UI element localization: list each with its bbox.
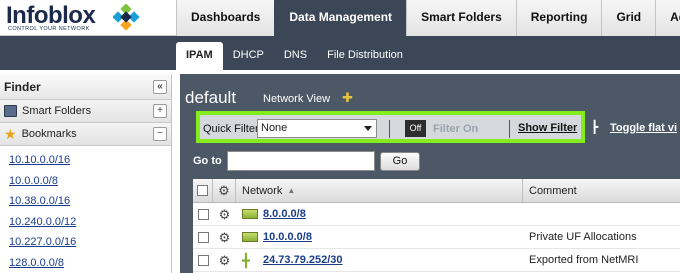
network-icon [242, 232, 258, 242]
top-header: Infoblox CONTROL YOUR NETWORK Dashboards… [0, 0, 680, 36]
add-bookmark-icon[interactable]: ✚ [342, 90, 353, 106]
subtab-file-distribution[interactable]: File Distribution [317, 42, 413, 70]
infoblox-logo[interactable]: Infoblox CONTROL YOUR NETWORK [6, 2, 176, 34]
goto-input[interactable] [227, 151, 375, 171]
bookmark-link[interactable]: 128.0.0.0/8 [9, 253, 171, 273]
network-header-label: Network [242, 184, 283, 197]
tab-administration[interactable]: Ad [655, 0, 680, 36]
bookmarks-section[interactable]: ★ Bookmarks − [0, 123, 171, 146]
star-icon: ★ [4, 126, 17, 142]
bookmark-link[interactable]: 10.38.0.0/16 [9, 191, 171, 212]
ipam-panel: default Network View ✚ Quick Filter None… [180, 74, 680, 273]
tab-grid[interactable]: Grid [601, 0, 656, 36]
page-title: default [185, 88, 237, 107]
filter-toggle[interactable]: Off [405, 120, 426, 137]
bookmark-link[interactable]: 10.10.0.0/16 [9, 150, 171, 171]
collapse-icon[interactable]: « [153, 79, 167, 94]
table-row[interactable]: ⚙ ╋ 24.73.79.252/30 Exported from NetMRI [193, 249, 680, 272]
comment-cell [523, 203, 680, 225]
table-row[interactable]: ⚙ 8.0.0.0/8 [193, 203, 680, 226]
quick-filter-select[interactable]: None [257, 119, 377, 138]
collapse-section-icon[interactable]: − [153, 127, 167, 141]
finder-title: Finder [4, 79, 41, 94]
smart-folders-label: Smart Folders [22, 105, 92, 117]
network-link[interactable]: 24.73.79.252/30 [263, 254, 343, 266]
comment-cell: Private UF Allocations [529, 231, 637, 243]
goto-label: Go to [193, 155, 222, 167]
grid-header: ⚙ Network ▲ Comment [193, 179, 680, 203]
finder-header: Finder « [0, 74, 171, 100]
bookmarks-label: Bookmarks [21, 128, 77, 140]
network-grid: ⚙ Network ▲ Comment ⚙ 8.0.0.0/8 ⚙ 10.0.0… [193, 179, 680, 273]
tab-reporting[interactable]: Reporting [515, 0, 602, 36]
sub-nav: IPAM DHCP DNS File Distribution [0, 36, 680, 70]
network-icon [242, 209, 258, 219]
smart-folder-icon [4, 105, 17, 117]
gear-icon[interactable]: ⚙ [218, 184, 230, 197]
filter-on-label: Filter On [433, 123, 479, 135]
chevron-down-icon [364, 126, 372, 131]
row-checkbox[interactable] [197, 254, 209, 266]
comment-cell: Exported from NetMRI [529, 254, 639, 266]
table-row[interactable]: ⚙ 10.0.0.0/8 Private UF Allocations [193, 226, 680, 249]
header-gear-cell: ⚙ [213, 179, 236, 202]
main-tabs: Dashboards Data Management Smart Folders… [176, 0, 680, 36]
bookmark-link[interactable]: 10.227.0.0/16 [9, 232, 171, 253]
show-filter-link[interactable]: Show Filter [518, 122, 577, 134]
divider [389, 120, 390, 138]
row-checkbox[interactable] [197, 208, 209, 220]
tree-view-icon: ┣ [591, 120, 599, 134]
logo-tagline: CONTROL YOUR NETWORK [8, 26, 90, 32]
row-checkbox[interactable] [197, 231, 209, 243]
network-link[interactable]: 8.0.0.0/8 [263, 208, 306, 220]
comment-header-label: Comment [529, 184, 577, 197]
quick-filter-label: Quick Filter [203, 123, 259, 135]
column-header-network[interactable]: Network ▲ [236, 179, 523, 202]
tab-smart-folders[interactable]: Smart Folders [406, 0, 516, 36]
network-view-label: Network View [263, 93, 331, 105]
sort-asc-icon: ▲ [287, 186, 296, 195]
gear-icon[interactable]: ⚙ [219, 231, 231, 244]
toggle-flat-view-link[interactable]: Toggle flat vi [610, 122, 677, 134]
expand-icon[interactable]: + [153, 104, 167, 118]
go-button[interactable]: Go [380, 152, 420, 171]
subtab-dns[interactable]: DNS [274, 42, 317, 70]
column-header-comment[interactable]: Comment [523, 179, 680, 202]
host-network-icon: ╋ [242, 252, 250, 268]
sub-tabs: IPAM DHCP DNS File Distribution [176, 42, 413, 70]
finder-panel: Finder « Smart Folders + ★ Bookmarks − 1… [0, 74, 172, 273]
subtab-ipam[interactable]: IPAM [176, 42, 223, 70]
quick-filter-value: None [261, 122, 288, 134]
logo-mark-icon [113, 4, 139, 30]
network-link[interactable]: 10.0.0.0/8 [263, 231, 312, 243]
subtab-dhcp[interactable]: DHCP [223, 42, 274, 70]
gear-icon[interactable]: ⚙ [219, 208, 231, 221]
smart-folders-section[interactable]: Smart Folders + [0, 100, 171, 123]
bookmark-link[interactable]: 10.0.0.0/8 [9, 171, 171, 192]
divider [509, 120, 510, 138]
select-all-cell [193, 179, 213, 202]
bookmark-link[interactable]: 10.240.0.0/12 [9, 212, 171, 233]
tab-data-management[interactable]: Data Management [274, 0, 407, 36]
quick-filter-bar: Quick Filter None Off Filter On Show Fil… [196, 111, 585, 143]
select-all-checkbox[interactable] [197, 185, 208, 196]
bookmark-list: 10.10.0.0/16 10.0.0.0/8 10.38.0.0/16 10.… [0, 146, 171, 273]
gear-icon[interactable]: ⚙ [219, 254, 231, 267]
tab-dashboards[interactable]: Dashboards [176, 0, 275, 36]
